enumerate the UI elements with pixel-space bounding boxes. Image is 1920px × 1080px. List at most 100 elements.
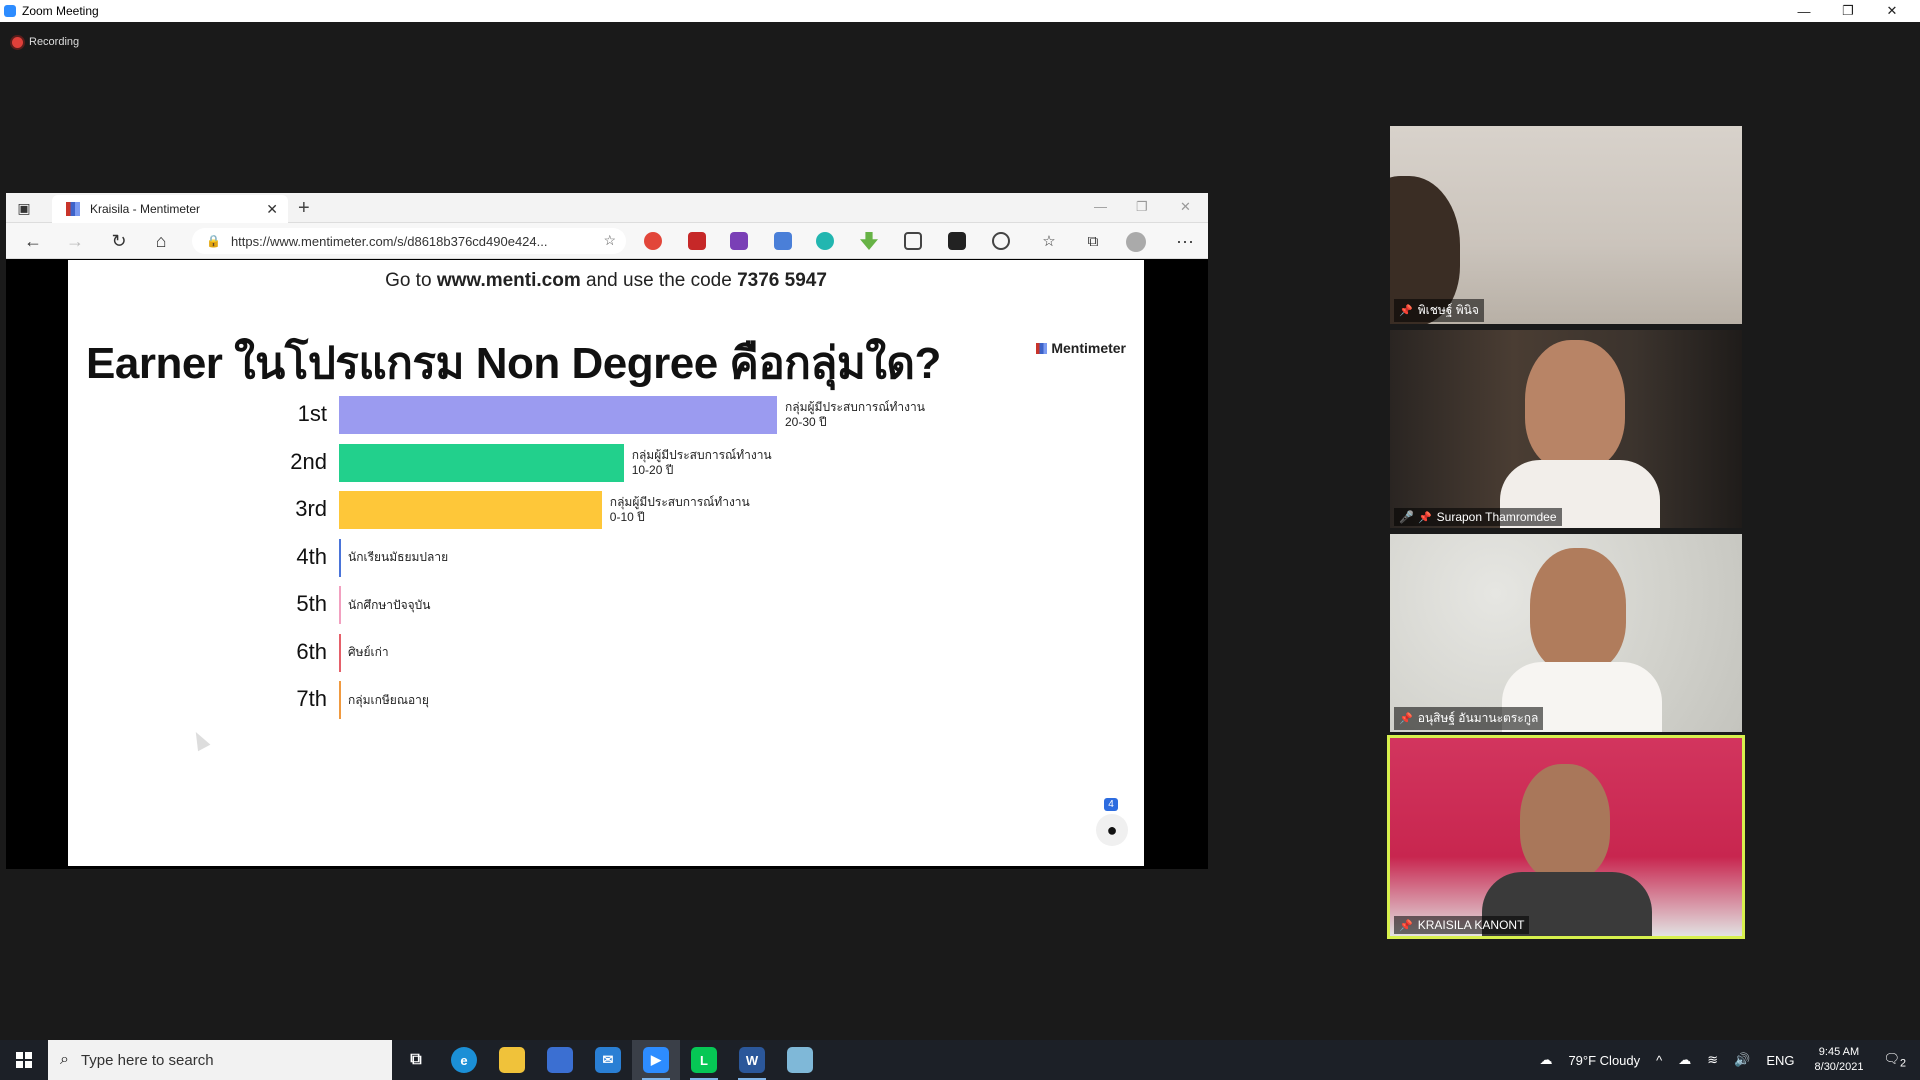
taskbar-edge[interactable]: e <box>440 1040 488 1080</box>
ranking-bar <box>339 538 341 577</box>
collections-icon[interactable]: ⧉ <box>1080 230 1106 252</box>
rank-label: 6th <box>296 638 327 664</box>
shared-browser-window: ▣ Kraisila - Mentimeter ✕ + — ❐ ✕ ← → ↻ … <box>6 193 1208 869</box>
lock-icon: 🔒 <box>206 234 221 248</box>
line-icon: L <box>691 1047 717 1073</box>
active-speaker-tile[interactable]: 📌 KRAISILA KANONT <box>1387 735 1745 939</box>
mic-muted-icon: 🎤 <box>1399 510 1414 524</box>
extensions-icon[interactable] <box>992 232 1010 250</box>
weather-text[interactable]: 79°F Cloudy <box>1568 1053 1640 1068</box>
video-tile[interactable]: 📌 พิเชษฐ์ พินิจ <box>1390 126 1742 324</box>
extension-icon[interactable] <box>644 232 662 250</box>
tab-close-icon[interactable]: ✕ <box>266 201 278 218</box>
bar-label: นักศึกษาปัจจุบัน <box>348 597 431 612</box>
new-tab-button[interactable]: + <box>298 197 310 220</box>
wifi-icon[interactable]: ≋ <box>1707 1052 1718 1068</box>
ranking-bar <box>339 491 602 529</box>
back-icon[interactable]: ← <box>20 230 46 252</box>
taskbar-mail[interactable]: ✉ <box>584 1040 632 1080</box>
search-icon: ⌕ <box>60 1051 69 1068</box>
task-view-icon: ⧉ <box>410 1051 422 1068</box>
volume-icon[interactable]: 🔊 <box>1734 1052 1750 1068</box>
notion-icon[interactable] <box>948 232 966 250</box>
zoom-titlebar: Zoom Meeting — ❐ ✕ <box>0 0 1920 22</box>
taskbar-notepad[interactable] <box>776 1040 824 1080</box>
qr-icon[interactable] <box>904 232 922 250</box>
folder-icon <box>499 1047 525 1073</box>
url-field[interactable]: 🔒 https://www.mentimeter.com/s/d8618b376… <box>192 228 626 254</box>
edge-icon: e <box>451 1047 477 1073</box>
refresh-icon[interactable]: ↻ <box>106 230 132 252</box>
taskbar-line[interactable]: L <box>680 1040 728 1080</box>
participant-video <box>1520 764 1610 880</box>
download-icon[interactable] <box>860 232 878 250</box>
favorite-add-icon[interactable]: ☆ <box>603 232 616 249</box>
tab-actions-icon[interactable]: ▣ <box>14 199 34 217</box>
extension-icon[interactable] <box>688 232 706 250</box>
tray-overflow-icon[interactable]: ^ <box>1656 1053 1662 1068</box>
clock[interactable]: 9:45 AM 8/30/2021 <box>1815 1045 1864 1075</box>
bar-label: กลุ่มผู้มีประสบการณ์ทำงาน 0-10 ปี <box>609 495 750 524</box>
participant-name: อนุสิษฐ์ อันมานะตระกูล <box>1417 711 1539 725</box>
profile-avatar[interactable] <box>1126 232 1146 252</box>
ranking-chart: 1st กลุ่มผู้มีประสบการณ์ทำงาน 20-30 ปี 2nd… <box>68 260 1144 866</box>
ranking-bar <box>339 681 341 719</box>
browser-tab[interactable]: Kraisila - Mentimeter ✕ <box>52 195 288 223</box>
onedrive-icon[interactable]: ☁ <box>1678 1052 1691 1068</box>
pin-icon: 📌 <box>1399 713 1413 725</box>
language-indicator[interactable]: ENG <box>1766 1053 1794 1068</box>
browser-tab-bar: ▣ Kraisila - Mentimeter ✕ + — ❐ ✕ <box>6 193 1208 223</box>
weather-icon[interactable]: ☁ <box>1539 1052 1552 1068</box>
bar-label: กลุ่มเกษียณอายุ <box>348 692 429 707</box>
onenote-icon[interactable] <box>730 232 748 250</box>
store-icon <box>547 1047 573 1073</box>
windows-taskbar: ⌕ Type here to search ⧉ e ✉ ▶ L W ☁ 79°F… <box>0 1040 1920 1080</box>
more-icon[interactable]: ··· <box>1172 230 1198 252</box>
translate-icon[interactable] <box>774 232 792 250</box>
zoom-app-icon <box>4 5 16 17</box>
taskbar-file-explorer[interactable] <box>488 1040 536 1080</box>
participant-video <box>1525 340 1625 470</box>
address-bar: ← → ↻ ⌂ 🔒 https://www.mentimeter.com/s/d… <box>6 223 1208 259</box>
taskbar-search[interactable]: ⌕ Type here to search <box>48 1040 392 1080</box>
participant-name: KRAISILA KANONT <box>1417 918 1525 932</box>
record-icon <box>12 36 23 48</box>
home-icon[interactable]: ⌂ <box>148 230 174 252</box>
taskbar-zoom[interactable]: ▶ <box>632 1040 680 1080</box>
mentimeter-slide: Go to www.menti.com and use the code 737… <box>68 260 1144 866</box>
task-view-button[interactable]: ⧉ <box>392 1040 440 1080</box>
bar-label: ศิษย์เก่า <box>348 645 389 659</box>
ranking-bar <box>339 633 341 672</box>
clock-date: 8/30/2021 <box>1814 1061 1864 1073</box>
pin-icon: 📌 <box>1399 305 1413 317</box>
participant-name-tag: 📌 อนุสิษฐ์ อันมานะตระกูล <box>1394 707 1544 730</box>
bar-label: กลุ่มผู้มีประสบการณ์ทำงาน 20-30 ปี <box>785 400 925 429</box>
notifications-icon[interactable]: 🗨2 <box>1883 1051 1906 1070</box>
recording-indicator[interactable]: Recording <box>12 36 79 48</box>
voter-counter: 4 ● <box>1096 794 1128 846</box>
restore-button[interactable]: ❐ <box>1826 0 1870 22</box>
bar-label: นักเรียนมัธยมปลาย <box>348 550 449 564</box>
ranking-bar <box>339 396 777 434</box>
minimize-button[interactable]: — <box>1782 0 1826 22</box>
start-button[interactable] <box>0 1040 48 1080</box>
extension-icon[interactable] <box>816 232 834 250</box>
person-icon: ● <box>1096 814 1128 846</box>
browser-close-icon[interactable]: ✕ <box>1180 199 1191 215</box>
close-button[interactable]: ✕ <box>1870 0 1914 22</box>
browser-restore-icon[interactable]: ❐ <box>1136 199 1148 215</box>
participant-video <box>1530 548 1626 672</box>
rank-label: 3rd <box>295 496 327 521</box>
forward-icon[interactable]: → <box>62 230 88 252</box>
notepad-icon <box>787 1047 813 1073</box>
video-tile[interactable]: 📌 อนุสิษฐ์ อันมานะตระกูล <box>1390 534 1742 732</box>
taskbar-word[interactable]: W <box>728 1040 776 1080</box>
favorites-icon[interactable]: ☆ <box>1036 230 1062 252</box>
taskbar-store[interactable] <box>536 1040 584 1080</box>
participant-name-tag: 📌 พิเชษฐ์ พินิจ <box>1394 299 1484 322</box>
browser-minimize-icon[interactable]: — <box>1094 199 1107 214</box>
video-tile[interactable]: 🎤 📌 Surapon Thamromdee <box>1390 330 1742 528</box>
pin-icon: 📌 <box>1399 919 1413 932</box>
mentimeter-favicon <box>66 202 80 216</box>
participant-name-tag: 🎤 📌 Surapon Thamromdee <box>1394 508 1562 526</box>
